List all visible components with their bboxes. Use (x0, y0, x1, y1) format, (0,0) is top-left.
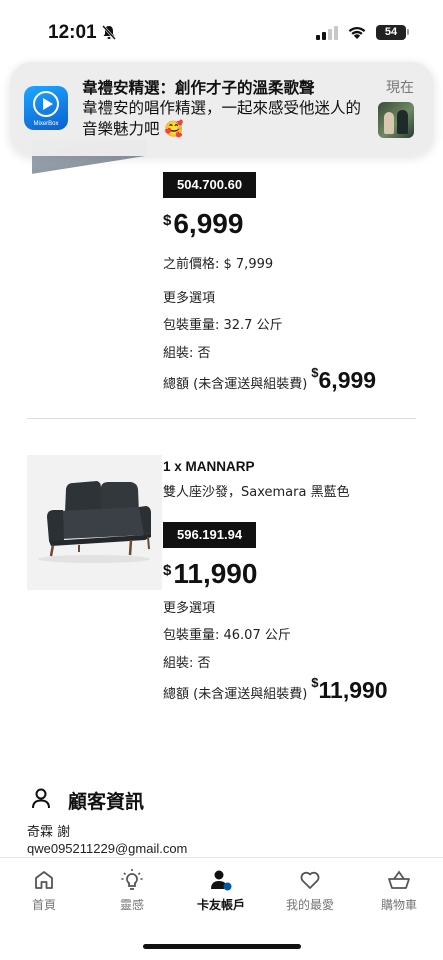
customer-name: 奇霖 謝 (27, 825, 71, 840)
product-description: 雙人座沙發，Saxemara 黑藍色 (163, 485, 350, 500)
app-brand-text: MixerBox (33, 121, 59, 127)
cellular-signal-icon (316, 26, 338, 40)
total-amount: 6,999 (318, 367, 377, 393)
customer-email: qwe095211229@gmail.com (27, 841, 188, 856)
thumb-figure (384, 112, 394, 134)
more-options-link[interactable]: 更多選項 (163, 287, 215, 306)
package-weight: 包裝重量: 32.7 公斤 (163, 318, 283, 333)
total-currency: $ (311, 365, 319, 380)
nav-favorites[interactable]: 我的最愛 (270, 868, 350, 913)
price-amount: 11,990 (173, 558, 258, 589)
article-number-badge: 596.191.94 (163, 522, 257, 548)
more-options-link[interactable]: 更多選項 (163, 597, 215, 616)
thumb-figure (397, 110, 408, 134)
previous-price: 之前價格: $ 7,999 (163, 257, 274, 272)
total-label: 總額 (未含運送與組裝費) (163, 377, 308, 392)
nav-label: 靈感 (119, 898, 144, 912)
bell-muted-icon (102, 25, 116, 40)
package-weight: 包裝重量: 46.07 公斤 (163, 628, 291, 643)
wifi-icon (348, 26, 366, 39)
price-amount: 6,999 (173, 208, 244, 239)
total-row: 總額 (未含運送與組裝費)$6,999 (163, 365, 377, 394)
nav-label: 首頁 (31, 898, 56, 912)
battery-level: 54 (376, 25, 406, 40)
price-currency: $ (163, 562, 172, 579)
total-row: 總額 (未含運送與組裝費)$11,990 (163, 675, 388, 704)
status-bar: 12:01 54 (0, 0, 443, 60)
total-amount: 11,990 (318, 677, 388, 703)
play-triangle (43, 98, 53, 110)
lightbulb-icon (121, 869, 143, 890)
battery-cap (407, 29, 409, 35)
notification-thumbnail (378, 102, 414, 138)
assembly-info: 組裝: 否 (163, 346, 211, 361)
nav-home[interactable]: 首頁 (4, 868, 84, 913)
nav-label: 我的最愛 (285, 898, 334, 912)
nav-account[interactable]: 卡友帳戶 (181, 868, 261, 913)
heart-icon (300, 871, 320, 889)
notification-banner[interactable]: MixerBox 韋禮安精選：創作才子的溫柔歌聲 韋禮安的唱作精選，一起來感受他… (10, 62, 434, 156)
nav-inspiration[interactable]: 靈感 (92, 868, 172, 913)
notification-title: 韋禮安精選：創作才子的溫柔歌聲 (82, 79, 315, 97)
notification-time: 現在 (386, 80, 414, 96)
notification-body: 韋禮安的唱作精選，一起來感受他迷人的音樂魅力吧 🥰 (82, 99, 362, 138)
product-price: $11,990 (163, 558, 257, 590)
total-currency: $ (311, 675, 319, 690)
home-icon (35, 871, 53, 889)
product-price: $6,999 (163, 208, 243, 240)
status-time: 12:01 (48, 22, 97, 43)
customer-info-heading: 顧客資訊 (68, 791, 145, 813)
account-icon (211, 870, 232, 891)
assembly-info: 組裝: 否 (163, 656, 211, 671)
price-currency: $ (163, 212, 172, 229)
article-number-badge: 504.700.60 (163, 172, 257, 198)
nav-cart[interactable]: 購物車 (359, 868, 439, 913)
cart-icon (388, 870, 410, 889)
product-name[interactable]: 1 x MANNARP (163, 459, 255, 474)
product-image-sofa[interactable] (27, 455, 162, 590)
nav-label: 卡友帳戶 (196, 898, 245, 912)
mixerbox-app-icon: MixerBox (24, 86, 68, 130)
total-label: 總額 (未含運送與組裝費) (163, 687, 308, 702)
sofa-icon (38, 481, 151, 563)
nav-label: 購物車 (380, 898, 417, 912)
home-indicator (143, 944, 301, 949)
person-icon (32, 788, 50, 809)
divider (27, 418, 416, 419)
